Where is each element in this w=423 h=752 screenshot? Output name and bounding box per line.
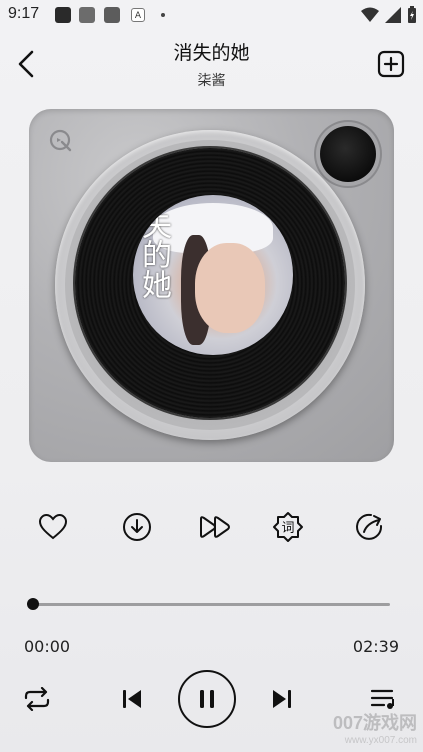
cover-art-face: [195, 243, 265, 333]
status-icons: [361, 6, 417, 24]
share-icon: [356, 513, 383, 540]
cover-title-text: 失的她: [136, 209, 171, 299]
next-icon: [273, 690, 291, 708]
watermark-url: www.yx007.com: [344, 735, 417, 746]
download-button[interactable]: [115, 505, 159, 549]
lyrics-icon: 词: [273, 512, 303, 542]
song-title: 消失的她: [173, 42, 250, 64]
album-cover[interactable]: 失的她: [133, 195, 293, 355]
pause-icon: [200, 690, 214, 708]
status-bar: 9:17 A: [0, 0, 423, 30]
speed-button[interactable]: [194, 505, 238, 549]
repeat-button[interactable]: [20, 684, 54, 714]
artist-name[interactable]: 柒酱: [0, 70, 423, 90]
app-logo-icon: [48, 128, 74, 154]
knob-decoration: [320, 126, 376, 182]
fast-forward-icon: [200, 516, 230, 538]
status-time: 9:17: [8, 5, 40, 22]
notification-badge: A: [131, 8, 145, 22]
current-time: 00:00: [24, 637, 71, 656]
progress-bar[interactable]: [33, 603, 390, 606]
repeat-icon: [24, 687, 50, 711]
add-to-playlist-button[interactable]: [377, 50, 405, 78]
notification-icon: [79, 7, 95, 23]
favorite-button[interactable]: [31, 505, 75, 549]
wifi-icon: [361, 7, 379, 22]
playlist-icon: [370, 689, 394, 709]
heart-icon: [38, 513, 68, 540]
progress-handle[interactable]: [27, 598, 39, 610]
play-pause-button[interactable]: [178, 670, 236, 728]
previous-icon: [123, 690, 141, 708]
watermark-brand: 007游戏网: [332, 713, 417, 733]
share-button[interactable]: [348, 505, 392, 549]
lyrics-label: 词: [281, 521, 294, 536]
add-box-icon: [377, 50, 405, 78]
action-row: 词: [0, 505, 423, 549]
lyrics-button[interactable]: 词: [266, 505, 310, 549]
next-button[interactable]: [267, 684, 297, 714]
notification-icon: [104, 7, 120, 23]
notification-icon: [55, 7, 71, 23]
header: 消失的她 柒酱: [0, 30, 423, 100]
total-time: 02:39: [352, 637, 399, 656]
watermark-logo: 007游戏网 www.yx007.com: [333, 709, 417, 746]
download-icon: [123, 513, 151, 541]
more-notifications-icon: [161, 13, 165, 17]
previous-button[interactable]: [117, 684, 147, 714]
battery-icon: [408, 6, 416, 23]
signal-icon: [385, 7, 401, 23]
